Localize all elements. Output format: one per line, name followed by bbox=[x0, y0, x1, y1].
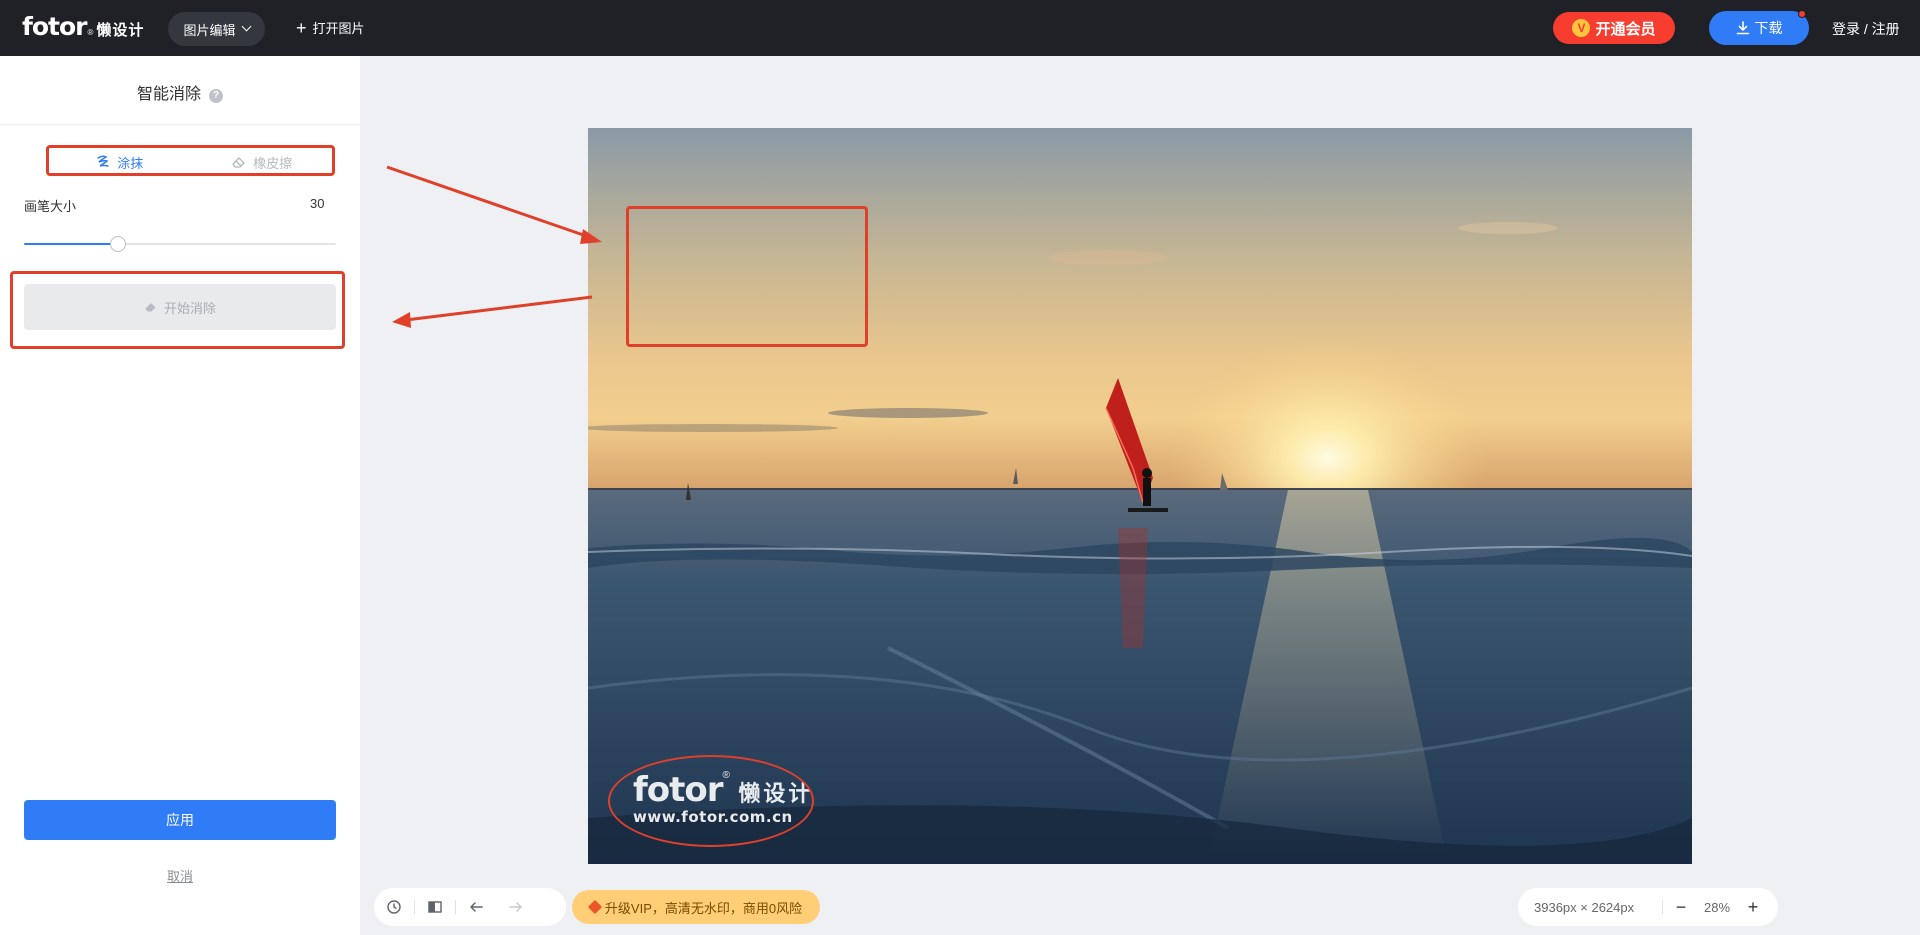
tab-smear-label: 涂抹 bbox=[117, 155, 144, 171]
watermark-brand: fotor bbox=[633, 770, 724, 810]
image-dimensions: 3936px × 2624px bbox=[1534, 899, 1635, 915]
undo-icon[interactable] bbox=[456, 888, 496, 926]
photo-canvas[interactable] bbox=[588, 128, 1692, 864]
chevron-down-icon bbox=[241, 21, 251, 32]
watermark-chinese: 懒设计 bbox=[738, 781, 814, 806]
image-edit-menu-label: 图片编辑 bbox=[183, 22, 236, 38]
open-vip-label: 开通会员 bbox=[1595, 20, 1656, 38]
open-image-button[interactable]: + 打开图片 bbox=[296, 18, 365, 37]
zoom-in-button[interactable]: + bbox=[1739, 897, 1767, 918]
brush-size-label: 画笔大小 bbox=[24, 199, 77, 214]
download-icon bbox=[1736, 21, 1749, 35]
open-vip-button[interactable]: V 开通会员 bbox=[1553, 12, 1675, 44]
download-label: 下载 bbox=[1754, 20, 1783, 36]
eraser-icon bbox=[145, 303, 156, 312]
logo-brand: fotor bbox=[22, 12, 88, 41]
slider-thumb[interactable] bbox=[110, 236, 126, 252]
logo-chinese-name: 懒设计 bbox=[96, 22, 145, 39]
notification-dot bbox=[1798, 10, 1806, 18]
vip-badge-icon: V bbox=[1572, 19, 1591, 37]
brush-size-value: 30 bbox=[310, 196, 325, 211]
redo-icon[interactable] bbox=[496, 888, 536, 926]
mode-tabs: 涂抹 橡皮擦 bbox=[48, 146, 333, 178]
fotor-logo[interactable]: fotor ® 懒设计 bbox=[22, 12, 144, 41]
panel-divider bbox=[0, 124, 360, 125]
history-icon[interactable] bbox=[374, 888, 414, 926]
watermark-url: www.fotor.com.cn bbox=[633, 808, 793, 826]
history-toolbar bbox=[374, 888, 566, 926]
eraser-icon bbox=[232, 157, 245, 168]
tab-eraser[interactable]: 橡皮擦 bbox=[191, 146, 334, 178]
open-image-label: 打开图片 bbox=[312, 21, 365, 36]
slider-fill bbox=[24, 243, 118, 245]
brush-icon bbox=[97, 155, 109, 167]
start-erase-label: 开始消除 bbox=[163, 300, 216, 316]
help-icon[interactable]: ? bbox=[209, 89, 223, 103]
plus-icon: + bbox=[296, 17, 307, 38]
apply-button[interactable]: 应用 bbox=[24, 800, 336, 840]
logo-registered-mark: ® bbox=[87, 28, 94, 37]
zoom-toolbar: 3936px × 2624px − 28% + bbox=[1518, 888, 1778, 926]
diamond-icon bbox=[587, 899, 602, 915]
upgrade-vip-text: 升级VIP，高清无水印，商用0风险 bbox=[604, 900, 803, 916]
tab-smear[interactable]: 涂抹 bbox=[48, 146, 191, 178]
download-button[interactable]: 下载 bbox=[1709, 10, 1809, 45]
start-erase-button[interactable]: 开始消除 bbox=[24, 284, 336, 330]
brush-size-slider[interactable] bbox=[24, 236, 336, 252]
upgrade-vip-banner[interactable]: 升级VIP，高清无水印，商用0风险 bbox=[572, 890, 820, 924]
sunset-windsurfer-photo bbox=[588, 128, 1692, 864]
watermark-registered-mark: ® bbox=[722, 770, 730, 781]
zoom-out-button[interactable]: − bbox=[1667, 897, 1695, 918]
top-bar: fotor ® 懒设计 图片编辑 + 打开图片 V 开通会员 下载 登录 / 注… bbox=[0, 0, 1920, 56]
compare-icon[interactable] bbox=[415, 888, 455, 926]
tab-eraser-label: 橡皮擦 bbox=[253, 155, 293, 171]
left-panel: 智能消除? 涂抹 橡皮擦 画笔大小 30 开始消除 应用 取消 bbox=[0, 56, 360, 935]
toolbar-divider bbox=[1662, 900, 1663, 914]
panel-title: 智能消除? bbox=[0, 80, 360, 104]
image-edit-menu[interactable]: 图片编辑 bbox=[168, 12, 265, 46]
cancel-link[interactable]: 取消 bbox=[0, 866, 360, 885]
login-register-link[interactable]: 登录 / 注册 bbox=[1832, 19, 1900, 39]
fotor-watermark: fotor® 懒设计 www.fotor.com.cn bbox=[633, 770, 813, 826]
zoom-level: 28% bbox=[1703, 899, 1731, 915]
panel-title-text: 智能消除 bbox=[136, 86, 201, 103]
